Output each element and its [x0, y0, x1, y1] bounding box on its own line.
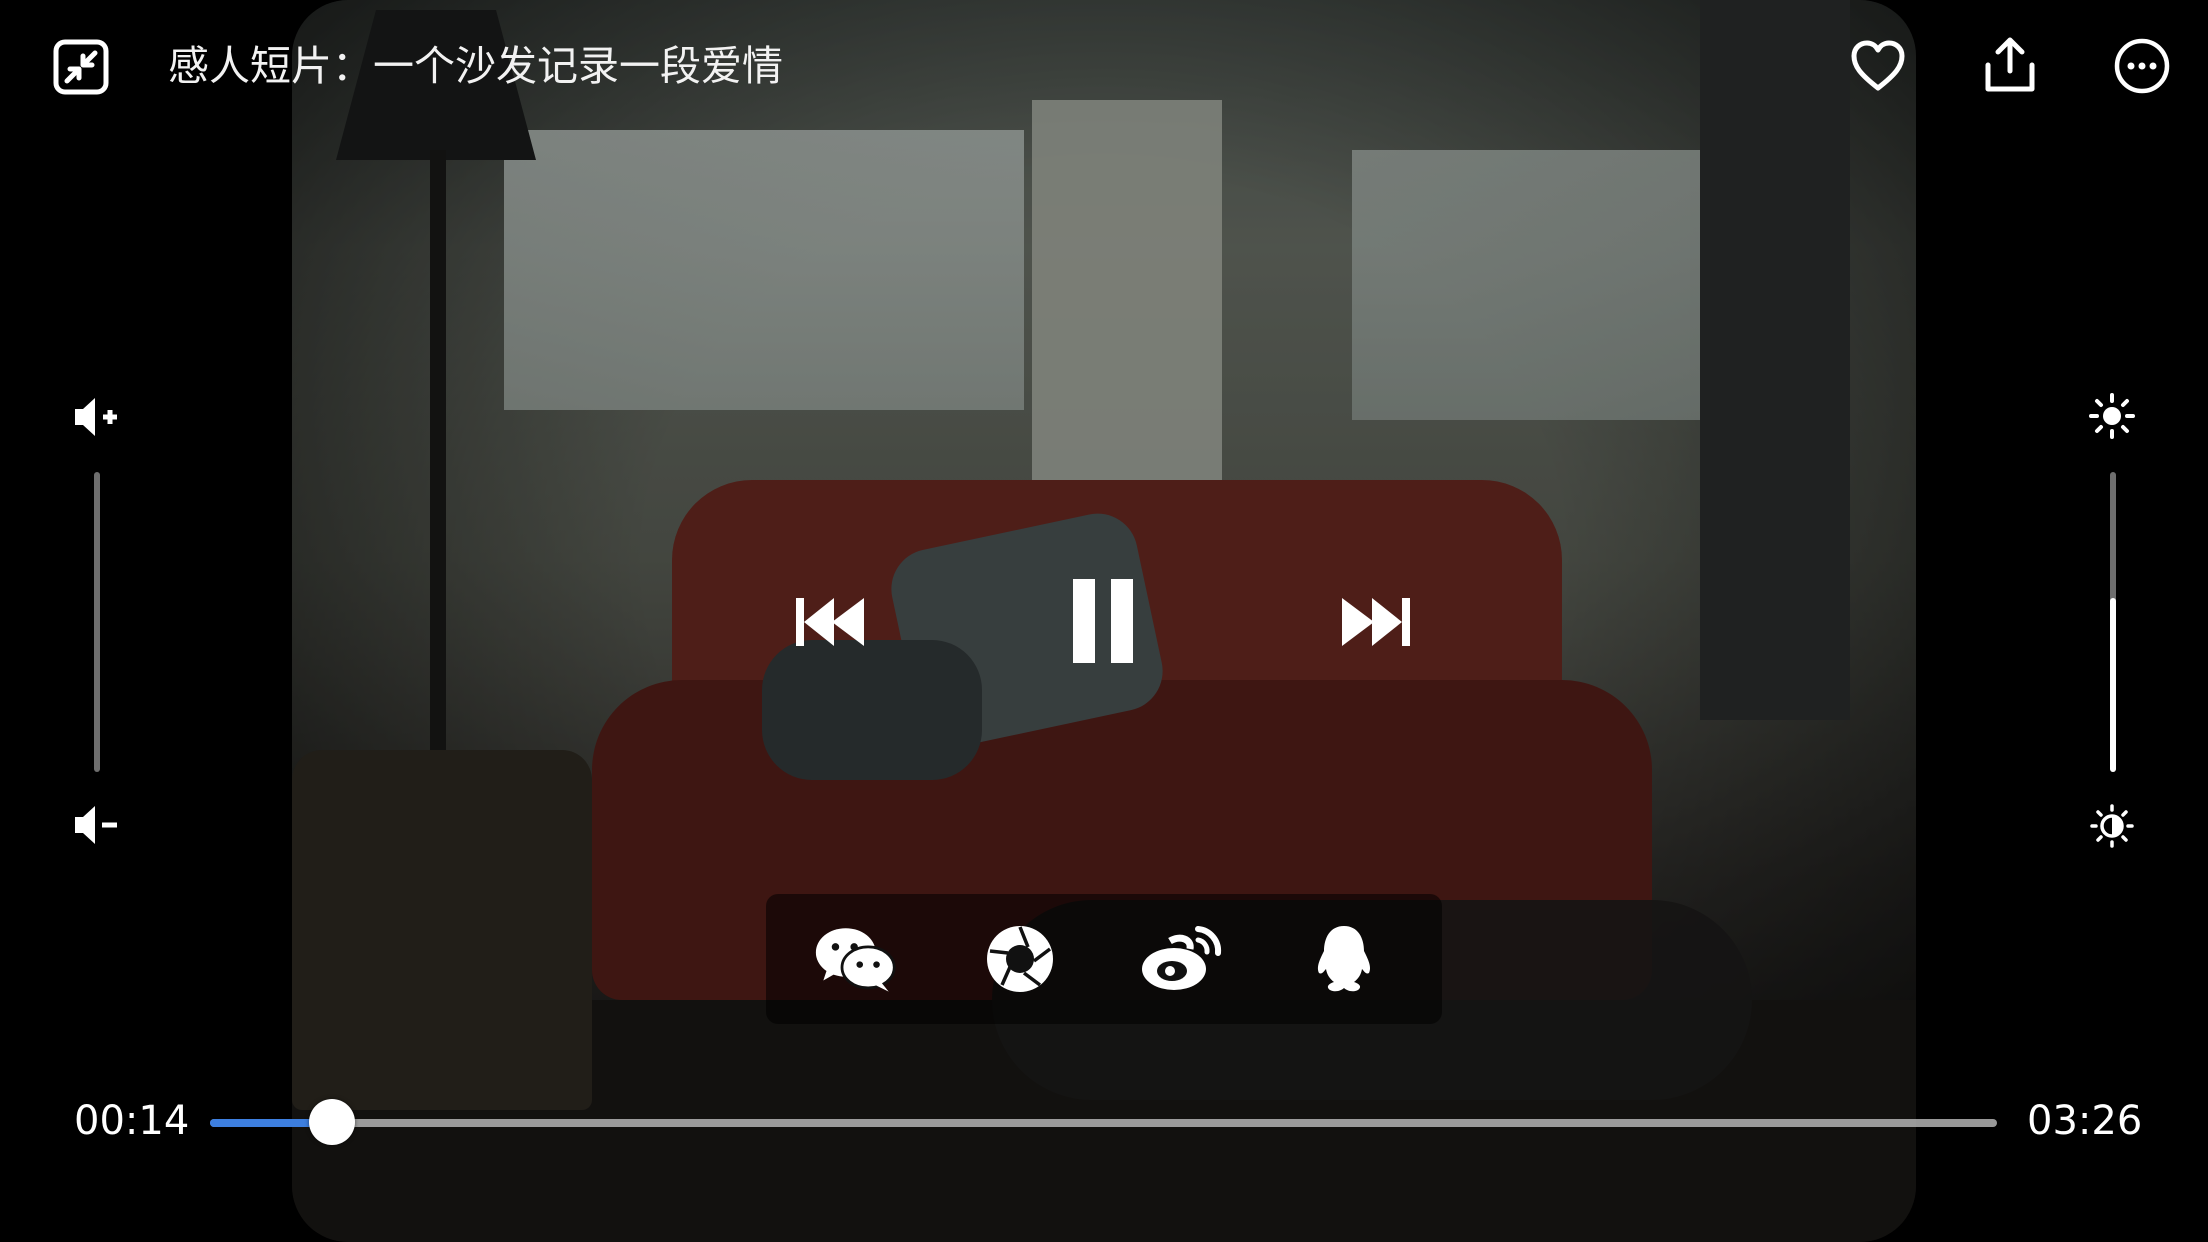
wechat-icon[interactable]: [814, 919, 898, 999]
progress-thumb[interactable]: [308, 1099, 355, 1145]
heart-icon[interactable]: [1848, 36, 1908, 96]
moments-icon[interactable]: [978, 919, 1062, 999]
progress-track[interactable]: [210, 1099, 1997, 1145]
current-time: 00:14: [74, 1098, 190, 1144]
volume-up-icon[interactable]: [72, 394, 120, 440]
shrink-icon[interactable]: [50, 36, 112, 98]
volume-down-icon[interactable]: [72, 802, 120, 848]
skip-previous-icon[interactable]: [790, 592, 870, 652]
share-upload-icon[interactable]: [1980, 34, 2040, 96]
brightness-slider-fill: [2110, 598, 2116, 772]
share-panel: [766, 894, 1442, 1024]
brightness-slider[interactable]: [2110, 472, 2116, 772]
pause-icon[interactable]: [1068, 576, 1138, 666]
more-dots-icon[interactable]: [2112, 36, 2172, 96]
skip-next-icon[interactable]: [1336, 592, 1416, 652]
total-time: 03:26: [2027, 1098, 2143, 1144]
video-title: 感人短片：一个沙发记录一段爱情: [168, 42, 783, 90]
volume-slider[interactable]: [94, 472, 100, 772]
brightness-down-icon[interactable]: [2090, 804, 2134, 848]
weibo-icon[interactable]: [1140, 919, 1224, 999]
qq-icon[interactable]: [1302, 919, 1386, 999]
brightness-up-icon[interactable]: [2088, 392, 2136, 440]
